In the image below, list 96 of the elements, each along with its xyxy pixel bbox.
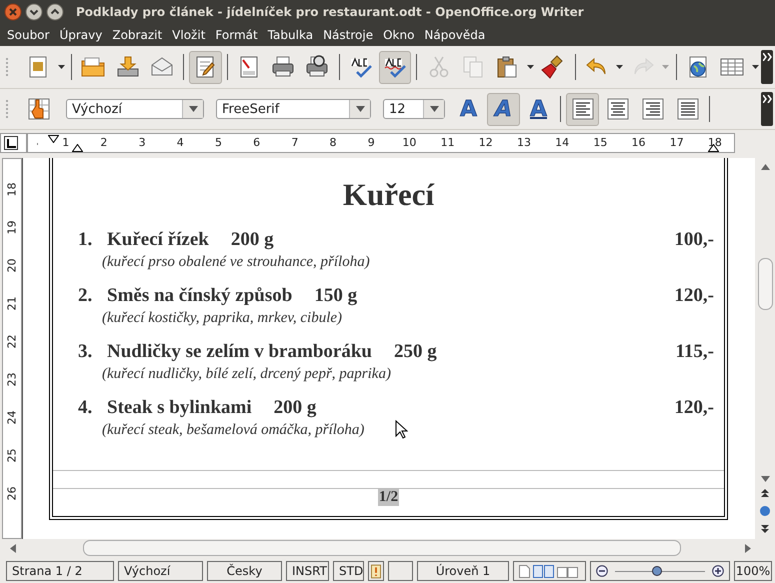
- right-arrow-icon[interactable]: [745, 544, 751, 552]
- tab-stop-icon: [6, 138, 16, 148]
- dish-name: Kuřecí řízek: [107, 228, 209, 252]
- page-number-field: 1/2: [378, 489, 400, 506]
- scroll-thumb[interactable]: [82, 540, 682, 556]
- dish-price: 120,-: [674, 396, 714, 420]
- menu-item[interactable]: Soubor: [2, 28, 54, 42]
- tab-type-button[interactable]: [4, 136, 18, 150]
- text-lines-icon: [642, 98, 664, 120]
- ruler-number: 19: [6, 220, 18, 234]
- menu-item[interactable]: Úpravy: [54, 28, 108, 42]
- menu-item[interactable]: Nápověda: [419, 28, 490, 42]
- zoom-in-icon[interactable]: [712, 565, 724, 577]
- menu-item[interactable]: Zobrazit: [107, 28, 168, 42]
- dish-name: Směs na čínský způsob: [107, 284, 292, 308]
- caret-icon: [356, 106, 364, 112]
- modified-document-icon: [371, 564, 381, 578]
- overflow-button[interactable]: [761, 92, 773, 126]
- zoom-out-icon[interactable]: [596, 565, 608, 577]
- dish-weight: 150 g: [314, 284, 358, 308]
- item-number: 1.: [78, 228, 94, 252]
- dish-price: 100,-: [674, 228, 714, 252]
- mouse-pointer-icon: [395, 420, 408, 439]
- item-number: 4.: [78, 396, 94, 420]
- ruler-number: 18: [6, 182, 18, 196]
- navigation-icon[interactable]: [758, 504, 772, 518]
- ruler-number: 23: [6, 372, 18, 386]
- close-icon[interactable]: [4, 3, 22, 21]
- minimize-icon[interactable]: [25, 3, 43, 21]
- dish-name: Steak s bylinkami: [107, 396, 252, 420]
- dish-weight: 200 g: [230, 228, 274, 252]
- ruler-number: 24: [6, 410, 18, 424]
- caret-icon: [58, 65, 65, 69]
- bold-button[interactable]: A: [452, 92, 485, 126]
- caret-icon: [430, 106, 438, 112]
- menu-heading: Kuřecí: [342, 178, 436, 212]
- dish-weight: 250 g: [394, 340, 437, 364]
- scroll-thumb[interactable]: [758, 258, 772, 310]
- menu-item[interactable]: Nástroje: [318, 28, 378, 42]
- ruler-number: 26: [6, 486, 18, 500]
- status-field: [388, 561, 413, 581]
- left-arrow-icon[interactable]: [10, 544, 16, 552]
- page-style-indicator: Výchozí: [118, 561, 203, 581]
- slider-thumb[interactable]: [652, 566, 662, 576]
- toolbar-button[interactable]: [379, 50, 412, 84]
- menu-item[interactable]: Vložit: [167, 28, 210, 42]
- underline-button[interactable]: A: [522, 92, 555, 126]
- outline-level-indicator: Úroveň 1: [417, 561, 509, 581]
- insert-mode-indicator[interactable]: INSRT: [286, 561, 329, 581]
- dish-description: (kuřecí nudličky, bílé zelí, drcený pepř, paprika): [101, 365, 391, 384]
- window-title: Podklady pro článek - jídelníček pro restaurant.odt - OpenOffice.org Writer: [76, 5, 584, 19]
- text-lines-icon: [676, 98, 698, 120]
- item-number: 3.: [78, 340, 94, 364]
- down-arrow-icon[interactable]: [760, 476, 770, 482]
- hand-grid-icon: [26, 97, 50, 121]
- two-page-view-icon[interactable]: [533, 564, 554, 578]
- caret-icon: [526, 65, 534, 69]
- chevron-icon: [762, 53, 772, 61]
- ruler-number: 20: [6, 258, 18, 272]
- indent-marker-icon[interactable]: [48, 135, 59, 143]
- dish-description: (kuřecí kostičky, paprika, mrkev, cibule): [101, 309, 342, 328]
- dish-description: (kuřecí steak, bešamelová omáčka, příloha): [101, 421, 364, 440]
- dish-description: (kuřecí prso obalené ve strouhance, příloha): [101, 253, 370, 272]
- indent-marker-icon[interactable]: [72, 144, 83, 152]
- overflow-button[interactable]: [761, 50, 774, 84]
- caret-icon: [616, 65, 624, 69]
- caret-icon: [662, 65, 670, 69]
- dish-price: 115,-: [675, 340, 714, 364]
- caret-icon: [188, 106, 198, 112]
- toolbar-button[interactable]: [189, 50, 222, 84]
- font-name-combo[interactable]: FreeSerif: [216, 99, 371, 119]
- caret-icon: [752, 65, 759, 69]
- chevron-icon: [762, 95, 772, 103]
- single-page-view-icon[interactable]: [519, 564, 530, 578]
- dish-weight: 200 g: [274, 396, 316, 420]
- up-arrow-icon[interactable]: [760, 164, 770, 170]
- ruler-number: 22: [6, 334, 18, 348]
- dish-price: 120,-: [674, 284, 714, 308]
- book-view-icon[interactable]: [557, 564, 578, 578]
- font-size-combo[interactable]: 12: [383, 99, 445, 119]
- page-indicator: Strana 1 / 2: [6, 561, 114, 581]
- ruler-number: 21: [6, 296, 18, 310]
- zoom-percentage[interactable]: 100%: [734, 561, 772, 581]
- maximize-icon[interactable]: [46, 3, 64, 21]
- menu-item[interactable]: Formát: [210, 28, 263, 42]
- dish-name: Nudličky se zelím v bramboráku: [107, 340, 372, 364]
- align-left-button[interactable]: [566, 92, 599, 126]
- ruler-number: 25: [6, 448, 18, 462]
- item-number: 2.: [78, 284, 94, 308]
- text-lines-icon: [606, 98, 628, 120]
- text-lines-icon: [572, 98, 594, 120]
- menu-item[interactable]: Okno: [378, 28, 420, 42]
- language-indicator: Česky: [207, 561, 282, 581]
- menu-item[interactable]: Tabulka: [262, 28, 318, 42]
- paragraph-style-combo[interactable]: Výchozí: [66, 99, 204, 119]
- selection-mode-indicator[interactable]: STD: [333, 561, 364, 581]
